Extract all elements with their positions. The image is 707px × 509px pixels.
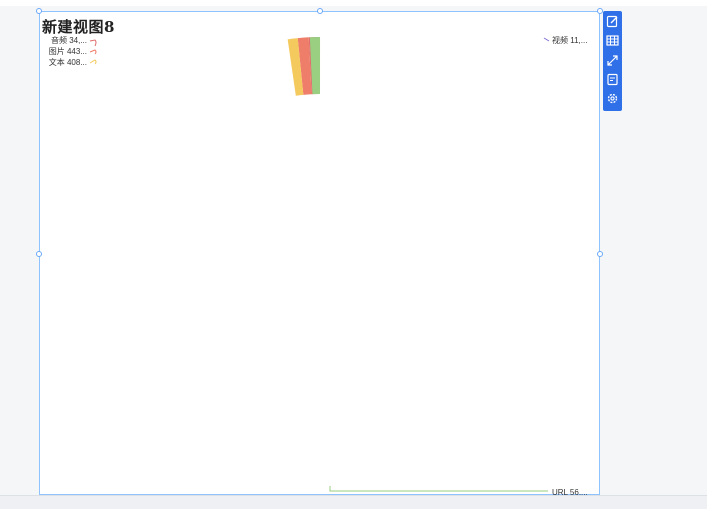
bottom-bar (0, 495, 707, 509)
data-table-icon[interactable] (605, 33, 620, 47)
slices-group (287, 37, 321, 96)
settings-icon[interactable] (605, 92, 620, 106)
widget-toolbar (603, 11, 622, 111)
leader-image (89, 49, 97, 55)
leader-url (329, 486, 548, 492)
label-text: 文本 408... (49, 57, 87, 67)
label-image: 图片 443... (49, 46, 87, 56)
leader-audio (89, 39, 97, 47)
leader-lines-group (89, 37, 550, 492)
edit-icon[interactable] (605, 14, 620, 28)
labels-group: 视频 11,...音频 34,...图片 443...文本 408...URL … (49, 35, 588, 497)
label-audio: 音频 34,... (51, 35, 87, 45)
label-video: 视频 11,... (552, 35, 587, 45)
leader-video (543, 37, 550, 42)
leader-text (89, 59, 97, 65)
filter-icon[interactable] (605, 72, 620, 86)
expand-icon[interactable] (605, 53, 620, 67)
donut-chart: 视频 11,...音频 34,...图片 443...文本 408...URL … (49, 35, 588, 497)
